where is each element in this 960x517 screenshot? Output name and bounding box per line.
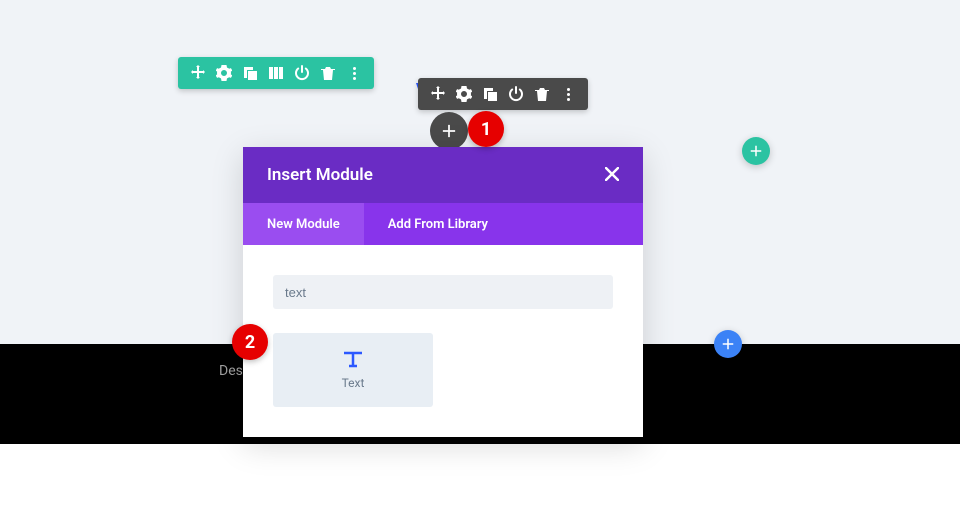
annotation-1: 1 xyxy=(468,111,504,147)
trash-icon[interactable] xyxy=(534,86,550,102)
modal-header: Insert Module xyxy=(243,147,643,203)
power-icon[interactable] xyxy=(508,86,524,102)
tab-add-from-library[interactable]: Add From Library xyxy=(364,203,512,245)
duplicate-icon[interactable] xyxy=(242,65,258,81)
tab-new-module[interactable]: New Module xyxy=(243,203,364,245)
text-icon xyxy=(341,350,365,372)
module-toolbar xyxy=(418,78,588,110)
trash-icon[interactable] xyxy=(320,65,336,81)
more-icon[interactable] xyxy=(560,86,576,102)
modal-tabs: New Module Add From Library xyxy=(243,203,643,245)
duplicate-icon[interactable] xyxy=(482,86,498,102)
gear-icon[interactable] xyxy=(216,65,232,81)
module-tile-text[interactable]: Text xyxy=(273,333,433,407)
close-icon[interactable] xyxy=(605,166,619,185)
modal-body: Text xyxy=(243,245,643,437)
move-icon[interactable] xyxy=(430,86,446,102)
module-search-input[interactable] xyxy=(273,275,613,309)
annotation-2: 2 xyxy=(232,324,268,360)
page-bg-bottom xyxy=(0,444,960,517)
add-module-button[interactable] xyxy=(430,112,468,150)
modal-title: Insert Module xyxy=(267,165,373,185)
footer-text-fragment: Des xyxy=(219,363,243,379)
more-icon[interactable] xyxy=(346,65,362,81)
add-section-button[interactable] xyxy=(714,330,742,358)
power-icon[interactable] xyxy=(294,65,310,81)
module-tile-label: Text xyxy=(342,376,365,390)
move-icon[interactable] xyxy=(190,65,206,81)
insert-module-modal: Insert Module New Module Add From Librar… xyxy=(243,147,643,437)
row-toolbar xyxy=(178,57,374,89)
columns-icon[interactable] xyxy=(268,65,284,81)
add-row-button[interactable] xyxy=(742,137,770,165)
gear-icon[interactable] xyxy=(456,86,472,102)
